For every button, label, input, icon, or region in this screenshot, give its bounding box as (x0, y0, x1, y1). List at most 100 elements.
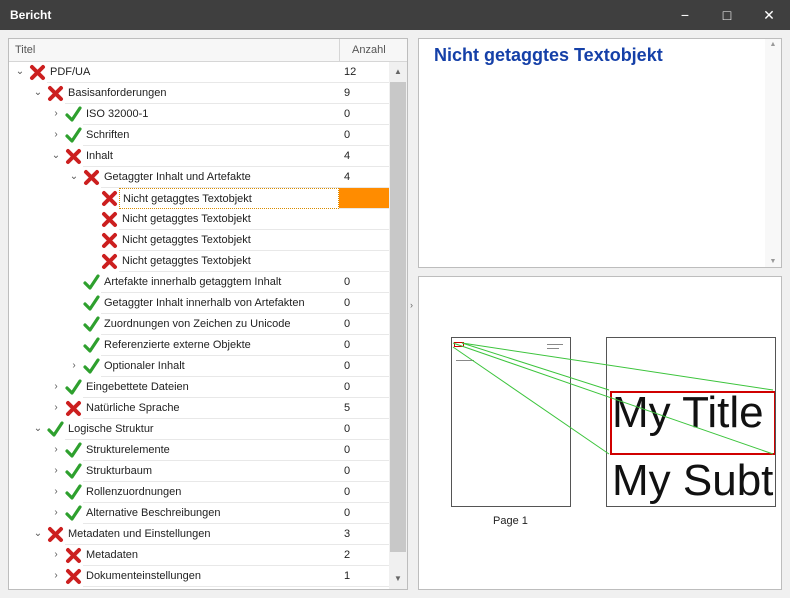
tree-row[interactable]: Referenzierte externe Objekte 0 (9, 335, 389, 356)
tree-row[interactable]: › Strukturbaum 0 (9, 461, 389, 482)
tree-row-count (339, 251, 389, 272)
tree-row-count: 4 (339, 146, 389, 167)
expand-chevron-icon[interactable]: › (51, 445, 61, 455)
collapse-chevron-icon[interactable]: ⌄ (33, 529, 43, 539)
tree-row-label: Getaggter Inhalt innerhalb von Artefakte… (101, 293, 339, 314)
tree-row-label: PDF/UA (47, 62, 339, 83)
scroll-down-icon[interactable]: ▼ (389, 571, 407, 587)
collapse-chevron-icon[interactable]: ⌄ (51, 151, 61, 161)
expand-chevron-icon[interactable]: › (51, 403, 61, 413)
collapse-chevron-icon[interactable]: ⌄ (33, 88, 43, 98)
tree-row[interactable]: › Metadaten 2 (9, 545, 389, 566)
green-check-icon (83, 274, 100, 291)
green-check-icon (65, 379, 82, 396)
tree-row-count: 1 (339, 566, 389, 587)
tree-row[interactable]: Nicht getaggtes Textobjekt (9, 230, 389, 251)
tree-row[interactable]: › Alternative Beschreibungen 0 (9, 503, 389, 524)
tree-row-label: Natürliche Sprache (83, 398, 339, 419)
tree-row[interactable]: Nicht getaggtes Textobjekt (9, 188, 389, 209)
tree-row-count: 0 (339, 335, 389, 356)
close-button[interactable]: ✕ (748, 0, 790, 30)
tree-row-count: 0 (339, 461, 389, 482)
red-x-icon (65, 568, 82, 585)
green-check-icon (65, 463, 82, 480)
expand-chevron-icon[interactable]: › (51, 550, 61, 560)
tree-row-label: Logische Struktur (65, 419, 339, 440)
tree-row-count: 0 (339, 104, 389, 125)
green-check-icon (65, 484, 82, 501)
tree-row-count: 0 (339, 125, 389, 146)
tree-row[interactable]: Nicht getaggtes Textobjekt (9, 251, 389, 272)
scroll-thumb[interactable] (390, 82, 406, 552)
expand-chevron-icon[interactable]: › (51, 487, 61, 497)
tree-row[interactable]: ⌄ Logische Struktur 0 (9, 419, 389, 440)
tree-row[interactable]: › Schriften 0 (9, 125, 389, 146)
tree-row-label: Optionaler Inhalt (101, 356, 339, 377)
expand-chevron-icon[interactable]: › (51, 508, 61, 518)
tree-row-label: Nicht getaggtes Textobjekt (119, 209, 339, 230)
expand-chevron-icon[interactable]: › (51, 466, 61, 476)
expand-chevron-icon[interactable]: › (51, 571, 61, 581)
green-check-icon (65, 505, 82, 522)
tree-row[interactable]: Nicht getaggtes Textobjekt (9, 209, 389, 230)
collapse-chevron-icon[interactable]: ⌄ (69, 172, 79, 182)
tree-row-count (339, 230, 389, 251)
column-header-title[interactable]: Titel (15, 44, 35, 56)
tree-row[interactable]: ⌄ Inhalt 4 (9, 146, 389, 167)
tree-row[interactable]: › ISO 32000-1 0 (9, 104, 389, 125)
tree-row-label: Nicht getaggtes Textobjekt (119, 251, 339, 272)
tree-row[interactable]: Getaggter Inhalt innerhalb von Artefakte… (9, 293, 389, 314)
scroll-down-icon[interactable]: ▼ (765, 258, 781, 265)
tree-row-label: Metadaten und Einstellungen (65, 524, 339, 545)
tree-row-count: 0 (339, 419, 389, 440)
tree-row-label: Strukturbaum (83, 461, 339, 482)
tree-row[interactable]: ⌄ PDF/UA 12 (9, 62, 389, 83)
tree-row[interactable]: › Strukturelemente 0 (9, 440, 389, 461)
maximize-button[interactable]: □ (706, 0, 748, 30)
tree-row-label: Basisanforderungen (65, 83, 339, 104)
report-tree: Titel Anzahl ⌄ PDF/UA 12 ⌄ Basisanforderunge… (8, 38, 408, 590)
tree-row-label: Nicht getaggtes Textobjekt (119, 230, 339, 251)
tree-row[interactable]: › Rollenzuordnungen 0 (9, 482, 389, 503)
collapse-chevron-icon[interactable]: ⌄ (33, 424, 43, 434)
red-x-icon (101, 190, 118, 207)
green-check-icon (83, 316, 100, 333)
red-x-icon (47, 85, 64, 102)
green-check-icon (83, 358, 100, 375)
tree-row-label: Inhalt (83, 146, 339, 167)
tree-row-count: 0 (339, 482, 389, 503)
splitter-arrow-icon[interactable]: › (410, 300, 413, 310)
green-check-icon (65, 106, 82, 123)
tree-row[interactable]: › Eingebettete Dateien 0 (9, 377, 389, 398)
tree-row[interactable]: ⌄ Metadaten und Einstellungen 3 (9, 524, 389, 545)
red-x-icon (65, 547, 82, 564)
red-x-icon (65, 148, 82, 165)
tree-row-count: 5 (339, 398, 389, 419)
expand-chevron-icon[interactable]: › (51, 130, 61, 140)
scroll-up-icon[interactable]: ▲ (389, 64, 407, 80)
page-preview-panel: Page 1 My Title My Subt (418, 276, 782, 590)
tree-row-count: 9 (339, 83, 389, 104)
minimize-button[interactable]: − (664, 0, 706, 30)
tree-row[interactable]: › Optionaler Inhalt 0 (9, 356, 389, 377)
tree-row[interactable]: › Natürliche Sprache 5 (9, 398, 389, 419)
tree-row[interactable]: ⌄ Basisanforderungen 9 (9, 83, 389, 104)
tree-row[interactable]: Artefakte innerhalb getaggtem Inhalt 0 (9, 272, 389, 293)
scroll-up-icon[interactable]: ▲ (765, 41, 781, 48)
tree-row[interactable]: ⌄ Getaggter Inhalt und Artefakte 4 (9, 167, 389, 188)
tree-row-count: 0 (339, 440, 389, 461)
expand-chevron-icon[interactable]: › (69, 361, 79, 371)
expand-chevron-icon[interactable]: › (51, 109, 61, 119)
tree-scrollbar[interactable]: ▲ ▼ (389, 62, 407, 589)
collapse-chevron-icon[interactable]: ⌄ (15, 67, 25, 77)
tree-row-count: 0 (339, 377, 389, 398)
tree-row[interactable]: › Dokumenteinstellungen 1 (9, 566, 389, 587)
tree-row-count (339, 209, 389, 230)
title-bar: Bericht − □ ✕ (0, 0, 790, 30)
column-header-count[interactable]: Anzahl (339, 39, 389, 61)
tree-row[interactable]: Zuordnungen von Zeichen zu Unicode 0 (9, 314, 389, 335)
green-check-icon (83, 337, 100, 354)
expand-chevron-icon[interactable]: › (51, 382, 61, 392)
description-scrollbar[interactable]: ▲ ▼ (765, 39, 781, 267)
description-panel: Nicht getaggtes Textobjekt ▲ ▼ (418, 38, 782, 268)
